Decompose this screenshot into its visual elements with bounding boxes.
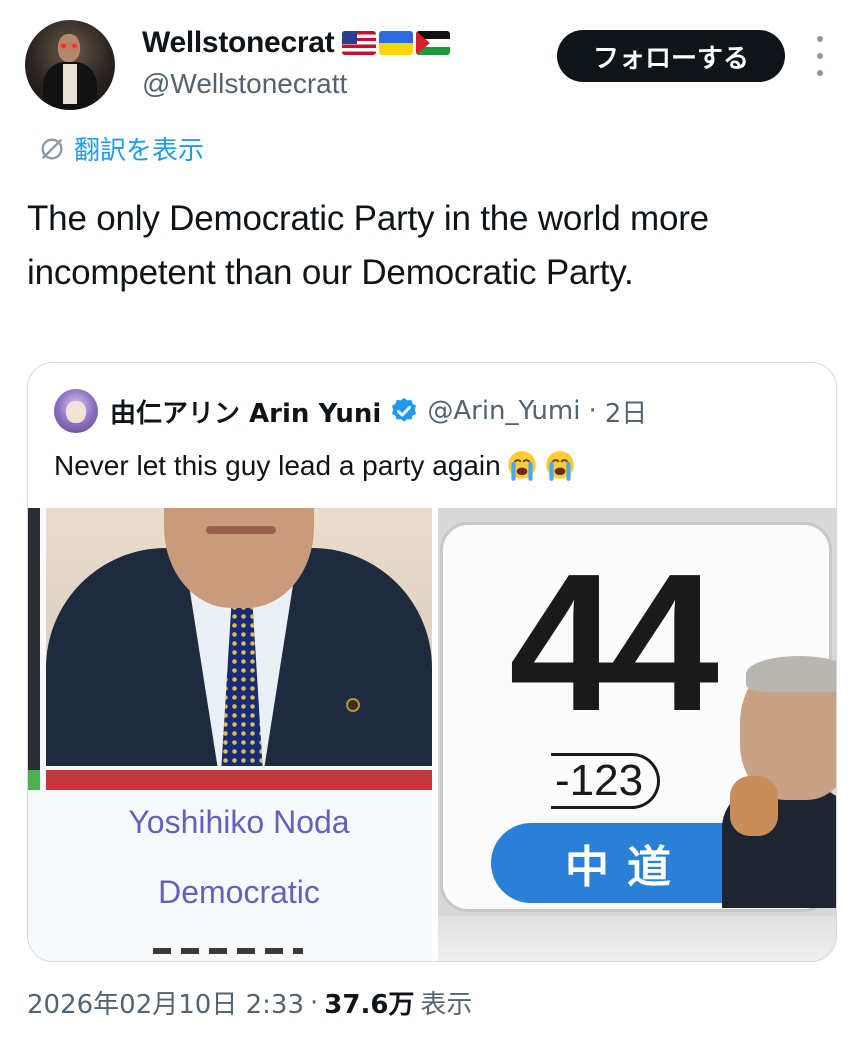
us-flag-icon — [342, 31, 377, 55]
quoted-author-handle[interactable]: @Arin_Yumi — [427, 396, 580, 426]
infobox-cut-off-text — [153, 948, 303, 954]
quoted-author-avatar[interactable] — [54, 389, 98, 433]
author-display-name[interactable]: Wellstonecrat — [142, 26, 335, 60]
quoted-tweet-text: Never let this guy lead a party again — [54, 450, 501, 481]
thumbnail-hand — [730, 776, 778, 836]
tweet-text: The only Democratic Party in the world m… — [27, 199, 709, 292]
avatar-figure-shirt — [63, 64, 77, 104]
party-color-bar-green — [28, 770, 40, 790]
media-image-seat-board[interactable]: 44 -123 中道 — [438, 508, 836, 961]
loudly-crying-face-icon — [507, 451, 536, 481]
infobox-candidate-name: Yoshihiko Noda — [128, 804, 350, 840]
tweet-header: Wellstonecrat @Wellstonecratt フォローする — [0, 0, 864, 120]
quoted-tweet-header: 由仁アリン Arin Yuni @Arin_Yumi · 2日 — [54, 389, 647, 433]
ukraine-flag-icon — [379, 31, 414, 55]
photo-lapel-pin — [346, 698, 360, 712]
tweet-meta: 2026年02月10日 2:33 · 37.6万 表示 — [27, 984, 472, 1021]
quoted-media-grid: Yoshihiko Noda Democratic 44 -123 中道 — [28, 508, 836, 961]
image-edge-strip — [28, 508, 40, 773]
thumbnail-hair — [746, 656, 836, 692]
media-image-wiki-infobox[interactable]: Yoshihiko Noda Democratic — [28, 508, 432, 961]
author-avatar[interactable] — [25, 20, 115, 110]
image-bottom-strip — [438, 916, 836, 961]
avatar-figure-face — [58, 34, 80, 62]
more-options-icon[interactable] — [808, 36, 832, 76]
party-color-bar-red — [46, 770, 432, 790]
loudly-crying-face-icon — [545, 451, 574, 481]
quoted-timestamp[interactable]: 2日 — [605, 393, 648, 430]
author-handle[interactable]: @Wellstonecratt — [142, 68, 347, 100]
avatar-eye-right — [72, 44, 77, 48]
palestine-flag-icon — [416, 31, 451, 55]
translate-link[interactable]: 翻訳を表示 — [38, 130, 204, 167]
quoted-tweet[interactable]: 由仁アリン Arin Yuni @Arin_Yumi · 2日 Never le… — [27, 362, 837, 962]
views-label: 表示 — [420, 990, 473, 1020]
seat-change: -123 — [551, 753, 661, 809]
seat-count: 44 — [509, 533, 719, 752]
quoted-author-name[interactable]: 由仁アリン Arin Yuni — [110, 393, 381, 430]
photo-mouth — [206, 526, 276, 534]
politician-photo — [46, 508, 432, 766]
translate-globe-icon — [41, 138, 63, 159]
author-flags — [342, 31, 451, 55]
verified-badge-icon — [392, 397, 417, 422]
politician-thumbnail — [722, 656, 836, 908]
tweet-timestamp[interactable]: 2026年02月10日 2:33 — [27, 984, 304, 1021]
author-name-row: Wellstonecrat — [142, 26, 451, 60]
meta-separator: · — [310, 987, 319, 1018]
infobox-party: Democratic — [158, 874, 320, 910]
avatar-eye-left — [61, 44, 66, 48]
translate-label: 翻訳を表示 — [74, 136, 205, 166]
follow-button[interactable]: フォローする — [557, 30, 785, 82]
quoted-separator: · — [588, 396, 597, 426]
views-count: 37.6万 — [324, 990, 415, 1020]
quoted-tweet-text-row: Never let this guy lead a party again — [54, 449, 577, 483]
